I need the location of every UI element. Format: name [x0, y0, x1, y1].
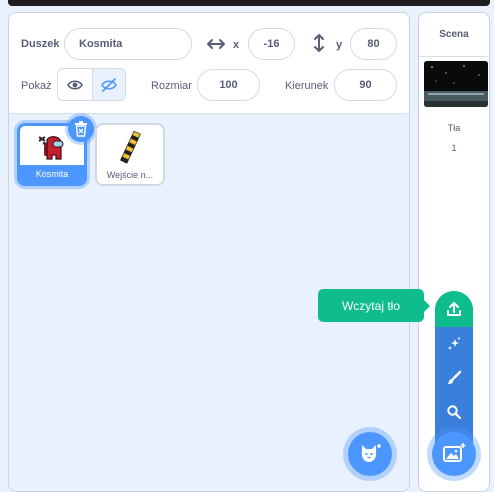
sprite-pane: Duszek Kosmita x -16 y 80 Pokaż Rozmiar …: [8, 12, 410, 492]
size-label: Rozmiar: [151, 80, 192, 92]
backdrops-label: Tła: [447, 123, 461, 133]
top-bar: [8, 0, 490, 6]
cat-add-icon: [361, 444, 381, 462]
upload-backdrop-button[interactable]: [435, 291, 473, 327]
x-label: x: [233, 39, 240, 51]
y-position-input[interactable]: 80: [350, 28, 397, 60]
backdrop-image: [424, 61, 488, 107]
upload-icon: [447, 302, 461, 316]
surprise-backdrop-button[interactable]: [435, 327, 473, 361]
trash-icon: [75, 121, 87, 137]
show-label: Pokaż: [21, 80, 52, 92]
tooltip-arrow: [423, 299, 430, 313]
striped-barrier-icon: [97, 127, 163, 167]
backdrop-add-icon: [443, 443, 466, 462]
sprite-tile-wejscie[interactable]: Wejście n...: [95, 123, 165, 186]
y-arrows-icon: [314, 34, 324, 52]
show-button[interactable]: [58, 69, 92, 100]
sprite-name-input[interactable]: Kosmita: [64, 28, 192, 60]
delete-sprite-button[interactable]: [68, 116, 94, 142]
x-position-input[interactable]: -16: [248, 28, 295, 60]
paint-backdrop-button[interactable]: [435, 361, 473, 395]
paint-icon: [448, 370, 462, 384]
choose-backdrop-fab[interactable]: [432, 432, 476, 476]
choose-sprite-button[interactable]: [348, 432, 392, 476]
visibility-toggle: [57, 68, 126, 101]
sprite-tile-name: Kosmita: [20, 165, 84, 183]
size-input[interactable]: 100: [197, 69, 260, 101]
direction-input[interactable]: 90: [334, 69, 397, 101]
x-arrows-icon: [207, 39, 225, 49]
sprite-tile-name: Wejście n...: [106, 170, 154, 180]
sprite-info-panel: Duszek Kosmita x -16 y 80 Pokaż Rozmiar …: [9, 13, 409, 114]
sprite-label: Duszek: [21, 38, 60, 50]
upload-backdrop-tooltip: Wczytaj tło: [318, 289, 424, 322]
search-icon: [447, 405, 462, 420]
eye-icon: [66, 79, 83, 90]
choose-backdrop-button[interactable]: [435, 395, 473, 429]
stage-title: Scena: [419, 13, 489, 57]
surprise-icon: [448, 337, 460, 350]
y-label: y: [336, 39, 343, 51]
direction-label: Kierunek: [285, 80, 329, 92]
backdrops-count: 1: [451, 143, 457, 153]
stage-backdrop-thumbnail[interactable]: [424, 61, 488, 107]
hide-button[interactable]: [91, 69, 125, 100]
eye-hidden-icon: [100, 77, 117, 92]
